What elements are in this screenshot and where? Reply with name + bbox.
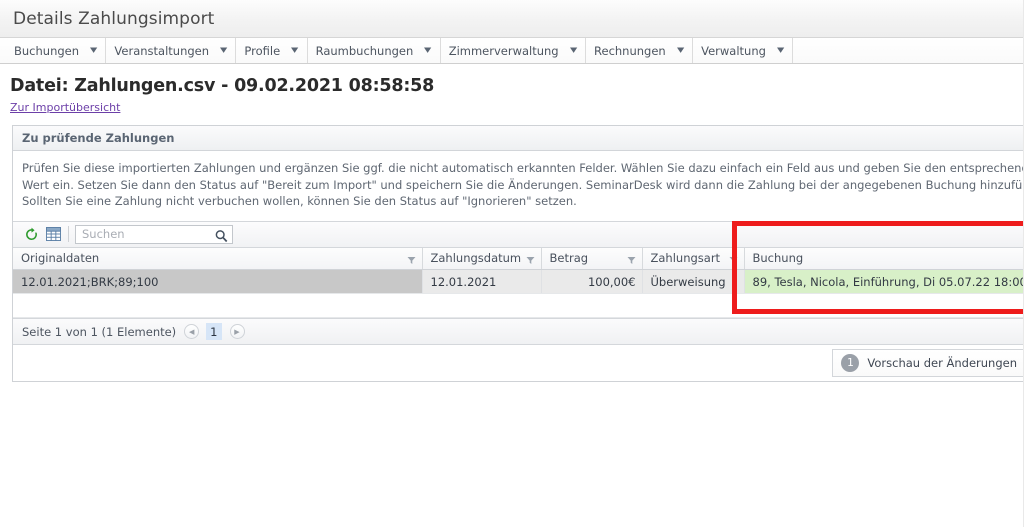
- grid-columns-icon[interactable]: [42, 224, 64, 245]
- grid-filler: [13, 293, 1024, 318]
- chevron-down-icon: ▼: [676, 46, 685, 54]
- panel-title: Zu prüfende Zahlungen: [22, 131, 175, 145]
- cell-betrag[interactable]: 100,00€: [541, 269, 643, 294]
- preview-changes-label: Vorschau der Änderungen: [867, 356, 1017, 370]
- column-label: Betrag: [549, 251, 589, 266]
- refresh-icon[interactable]: [20, 224, 42, 245]
- filter-icon[interactable]: [627, 254, 636, 264]
- footer-action-bar: 1 Vorschau der Änderungen: [13, 345, 1024, 381]
- table-row[interactable]: 12.01.2021;BRK;89;100 12.01.2021 100,00€…: [13, 269, 1024, 294]
- menubar-filler: [793, 38, 1024, 63]
- cell-zahlungsdatum[interactable]: 12.01.2021: [422, 269, 542, 294]
- cell-originaldaten[interactable]: 12.01.2021;BRK;89;100: [13, 269, 423, 294]
- cell-buchung[interactable]: 89, Tesla, Nicola, Einführung, Di 05.07.…: [744, 269, 1024, 294]
- column-label: Zahlungsdatum: [430, 251, 522, 266]
- menu-label: Verwaltung: [701, 43, 766, 58]
- grid-body-area: Originaldaten Zahlungsdatum Betrag Zahlu…: [13, 247, 1024, 319]
- menu-label: Rechnungen: [594, 43, 666, 58]
- column-header-zahlungsdatum[interactable]: Zahlungsdatum: [422, 247, 542, 270]
- menu-item-veranstaltungen[interactable]: Veranstaltungen ▼: [106, 38, 237, 63]
- column-label: Zahlungsart: [650, 251, 721, 266]
- menu-item-profile[interactable]: Profile ▼: [236, 38, 308, 63]
- search-box[interactable]: [75, 224, 233, 244]
- grid-pager[interactable]: Seite 1 von 1 (1 Elemente) ◀ 1 ▶: [13, 319, 1024, 345]
- menu-label: Veranstaltungen: [114, 43, 210, 58]
- chevron-down-icon: ▼: [776, 46, 785, 54]
- panel-instructions: Prüfen Sie diese importierten Zahlungen …: [22, 161, 1024, 208]
- menu-item-rechnungen[interactable]: Rechnungen ▼: [586, 38, 694, 63]
- cell-zahlungsart[interactable]: Überweisung: [642, 269, 745, 294]
- pager-next-button[interactable]: ▶: [229, 324, 245, 339]
- import-overview-link[interactable]: Zur Importübersicht: [10, 101, 120, 114]
- grid-container: Originaldaten Zahlungsdatum: [13, 220, 1024, 345]
- chevron-right-icon: ▶: [234, 327, 240, 336]
- menu-label: Profile: [244, 43, 281, 58]
- app-window: Details Zahlungsimport Buchungen ▼ Veran…: [0, 0, 1024, 527]
- column-label: Buchung: [752, 251, 804, 266]
- panel-body: Prüfen Sie diese importierten Zahlungen …: [13, 151, 1024, 381]
- column-header-buchung[interactable]: Buchung: [744, 247, 1024, 270]
- table-header-row: Originaldaten Zahlungsdatum Betrag Zahlu…: [13, 247, 1024, 270]
- menu-item-zimmerverwaltung[interactable]: Zimmerverwaltung ▼: [441, 38, 587, 63]
- menu-label: Buchungen: [14, 43, 80, 58]
- chevron-down-icon: ▼: [220, 46, 228, 54]
- filter-icon[interactable]: [526, 254, 535, 264]
- payments-table: Originaldaten Zahlungsdatum Betrag Zahlu…: [13, 247, 1024, 318]
- filter-icon[interactable]: [407, 254, 416, 264]
- chevron-down-icon: ▼: [569, 46, 577, 54]
- page-head: Datei: Zahlungen.csv - 09.02.2021 08:58:…: [0, 64, 1024, 115]
- toolbar-separator: [68, 226, 69, 242]
- panel-header: Zu prüfende Zahlungen: [13, 126, 1024, 151]
- window-title: Details Zahlungsimport: [13, 8, 215, 29]
- filter-icon[interactable]: [729, 254, 738, 264]
- column-header-zahlungsart[interactable]: Zahlungsart: [642, 247, 745, 270]
- column-label: Originaldaten: [21, 251, 100, 266]
- pager-page-1[interactable]: 1: [206, 323, 222, 340]
- pager-prev-button[interactable]: ◀: [184, 324, 200, 339]
- grid-toolbar[interactable]: [13, 220, 1024, 248]
- chevron-left-icon: ◀: [188, 327, 195, 336]
- window-titlebar: Details Zahlungsimport: [0, 0, 1024, 38]
- preview-changes-button[interactable]: 1 Vorschau der Änderungen: [832, 349, 1024, 377]
- chevron-down-icon: ▼: [90, 46, 98, 54]
- main-menubar[interactable]: Buchungen ▼ Veranstaltungen ▼ Profile ▼ …: [0, 38, 1024, 64]
- column-header-betrag[interactable]: Betrag: [541, 247, 643, 270]
- chevron-down-icon: ▼: [291, 46, 299, 54]
- search-input[interactable]: [76, 225, 232, 243]
- menu-label: Raumbuchungen: [315, 43, 414, 58]
- pager-info: Seite 1 von 1 (1 Elemente): [22, 324, 177, 339]
- chevron-down-icon: ▼: [424, 46, 432, 54]
- menu-item-buchungen[interactable]: Buchungen ▼: [6, 38, 107, 63]
- payments-panel: Zu prüfende Zahlungen Prüfen Sie diese i…: [12, 125, 1024, 382]
- page-title: Datei: Zahlungen.csv - 09.02.2021 08:58:…: [10, 76, 435, 96]
- search-icon[interactable]: [215, 228, 228, 242]
- menu-label: Zimmerverwaltung: [448, 43, 559, 58]
- status-badge: 1: [841, 354, 860, 372]
- menu-item-verwaltung[interactable]: Verwaltung ▼: [693, 38, 794, 63]
- column-header-originaldaten[interactable]: Originaldaten: [13, 247, 423, 270]
- menu-item-raumbuchungen[interactable]: Raumbuchungen ▼: [308, 38, 441, 63]
- table-empty-area: [13, 293, 1024, 318]
